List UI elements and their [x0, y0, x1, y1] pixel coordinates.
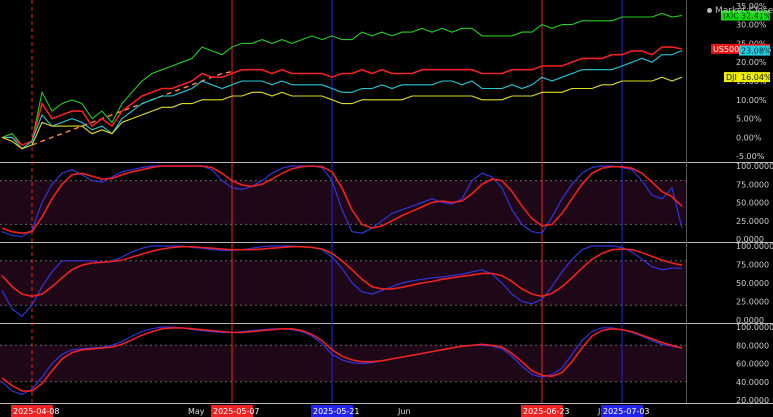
- y-tick-label: 60.0000: [736, 360, 769, 369]
- y-tick-label: 40.0000: [736, 378, 769, 387]
- y-tick-label: 25.0000: [736, 298, 769, 307]
- series-tag-qqq: 23.08%: [739, 45, 772, 56]
- series-value-label: 23.08%: [741, 47, 772, 56]
- y-tick-label: 80.0000: [736, 341, 769, 350]
- date-tag-label: 2025-05-07: [213, 407, 260, 416]
- date-tag-label: 2025-04-08: [13, 407, 60, 416]
- y-tick-label: 25.0000: [736, 217, 769, 226]
- series-name-label: US500: [713, 45, 739, 54]
- series-line-qqq: [2, 50, 683, 150]
- x-date-tag: 2025-05-21: [311, 405, 360, 417]
- y-tick-label: 75.0000: [736, 180, 769, 189]
- date-tag-label: 2025-07-03: [603, 407, 650, 416]
- y-tick-label: 100.0000: [736, 323, 773, 332]
- series-name-label: DJI: [726, 73, 737, 82]
- overbought-oversold-band: [0, 345, 686, 382]
- x-date-tag: 2025-07-03: [601, 405, 650, 417]
- y-tick-label: 0.00%: [736, 133, 762, 142]
- series-tag-dji: DJI 16.04%: [724, 72, 772, 83]
- y-tick-label: 5.00%: [736, 115, 762, 124]
- market-status-text: Market Closed: [715, 6, 773, 16]
- trend-projection-line: [31, 70, 233, 146]
- y-tick-label: 20.0000: [736, 396, 769, 405]
- chart-canvas: 35.00%30.00%25.00%20.00%15.00%10.00%5.00…: [0, 0, 773, 417]
- x-month-label: Jun: [397, 407, 411, 416]
- x-month-label: May: [188, 407, 205, 416]
- y-tick-label: 10.00%: [736, 96, 767, 105]
- y-tick-label: 30.00%: [736, 21, 767, 30]
- y-tick-label: 100.0000: [736, 162, 773, 171]
- y-tick-label: 20.00%: [736, 58, 767, 67]
- market-status: Market Closed: [707, 6, 773, 16]
- series-line-ixic: [1, 12, 683, 146]
- y-tick-label: -5.00%: [736, 152, 765, 161]
- y-tick-label: 75.0000: [736, 261, 769, 270]
- series-value-label: 16.04%: [741, 73, 772, 82]
- overbought-oversold-band: [0, 180, 686, 225]
- y-tick-label: 50.0000: [736, 199, 769, 208]
- x-date-tag: 2025-06-23: [521, 405, 570, 417]
- date-tag-label: 2025-05-21: [313, 407, 360, 416]
- y-tick-label: 50.0000: [736, 279, 769, 288]
- y-tick-label: 100.0000: [736, 242, 773, 251]
- date-tag-label: 2025-06-23: [523, 407, 570, 416]
- x-date-tag: 2025-05-07: [211, 405, 260, 417]
- status-dot-icon: [707, 8, 712, 13]
- x-date-tag: 2025-04-08: [11, 405, 60, 417]
